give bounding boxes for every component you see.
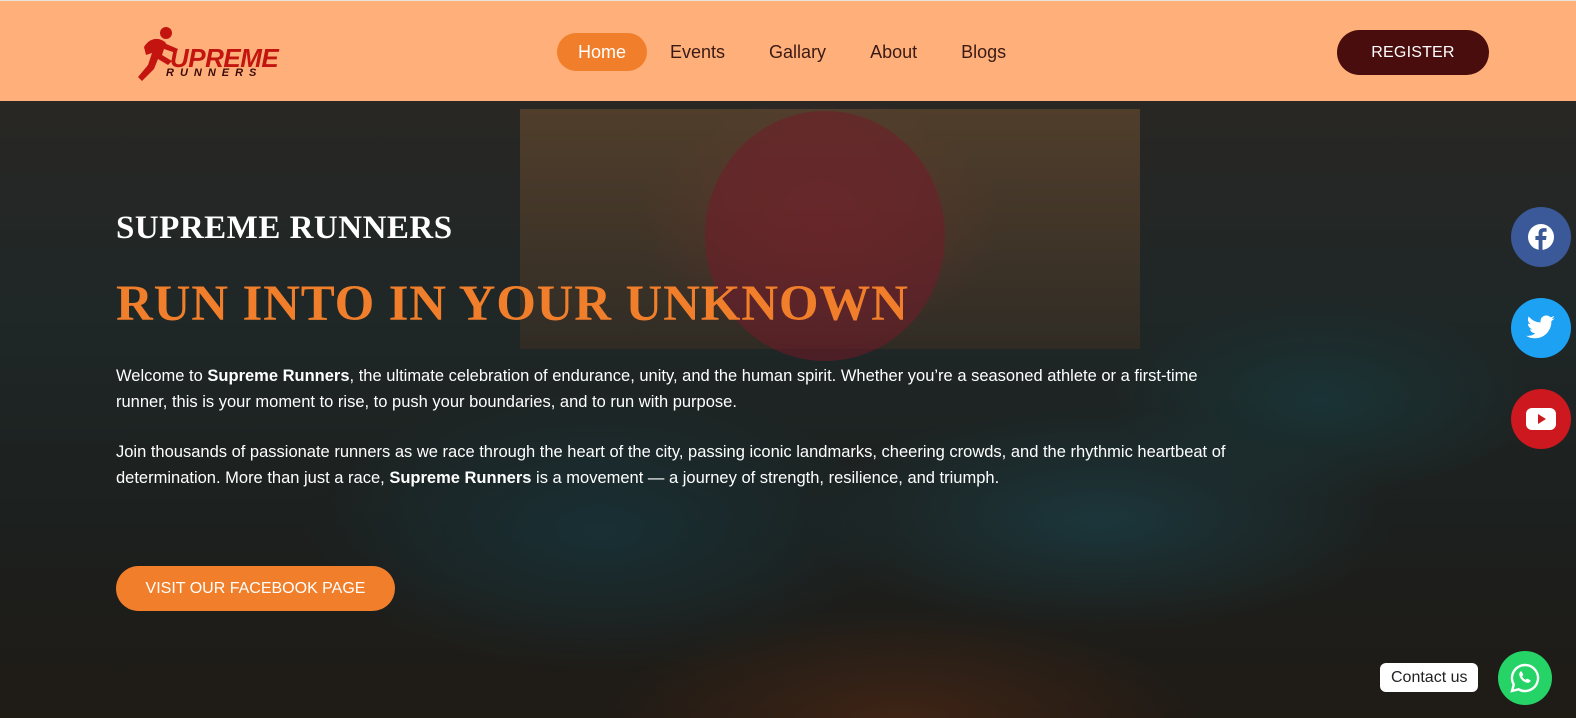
hero-p1-text-a: Welcome to (116, 367, 208, 385)
register-button[interactable]: REGISTER (1337, 30, 1489, 75)
youtube-button[interactable] (1511, 389, 1571, 449)
whatsapp-icon (1510, 663, 1540, 693)
nav-about[interactable]: About (849, 33, 938, 71)
hero-subtitle: SUPREME RUNNERS (116, 210, 453, 246)
hero-p2-text-c: is a movement — a journey of strength, r… (531, 469, 1000, 487)
nav-blogs[interactable]: Blogs (940, 33, 1027, 71)
hero-title: RUN INTO IN YOUR UNKNOWN (116, 276, 909, 332)
twitter-button[interactable] (1511, 298, 1571, 358)
contact-us-label[interactable]: Contact us (1380, 663, 1479, 692)
hero-p2-brand: Supreme Runners (389, 469, 532, 487)
youtube-icon (1526, 408, 1556, 430)
hero-section: SUPREME RUNNERS RUN INTO IN YOUR UNKNOWN… (0, 101, 1576, 718)
nav-home[interactable]: Home (557, 33, 648, 71)
logo-subtext: RUNNERS (166, 67, 263, 79)
nav-events[interactable]: Events (649, 33, 746, 71)
logo[interactable]: UPREME RUNNERS (136, 25, 286, 83)
whatsapp-button[interactable] (1498, 651, 1552, 705)
site-header: UPREME RUNNERS Home Events Gallary About… (0, 0, 1576, 101)
visit-facebook-button[interactable]: VISIT OUR FACEBOOK PAGE (116, 566, 395, 611)
facebook-icon (1528, 224, 1554, 250)
main-nav: Home Events Gallary About Blogs (557, 33, 1029, 71)
nav-gallery[interactable]: Gallary (748, 33, 847, 71)
hero-p1-brand: Supreme Runners (207, 367, 350, 385)
hero-paragraph-welcome: Welcome to Supreme Runners, the ultimate… (116, 363, 1236, 415)
facebook-button[interactable] (1511, 207, 1571, 267)
hero-paragraph-join: Join thousands of passionate runners as … (116, 439, 1236, 491)
twitter-icon (1526, 315, 1555, 339)
